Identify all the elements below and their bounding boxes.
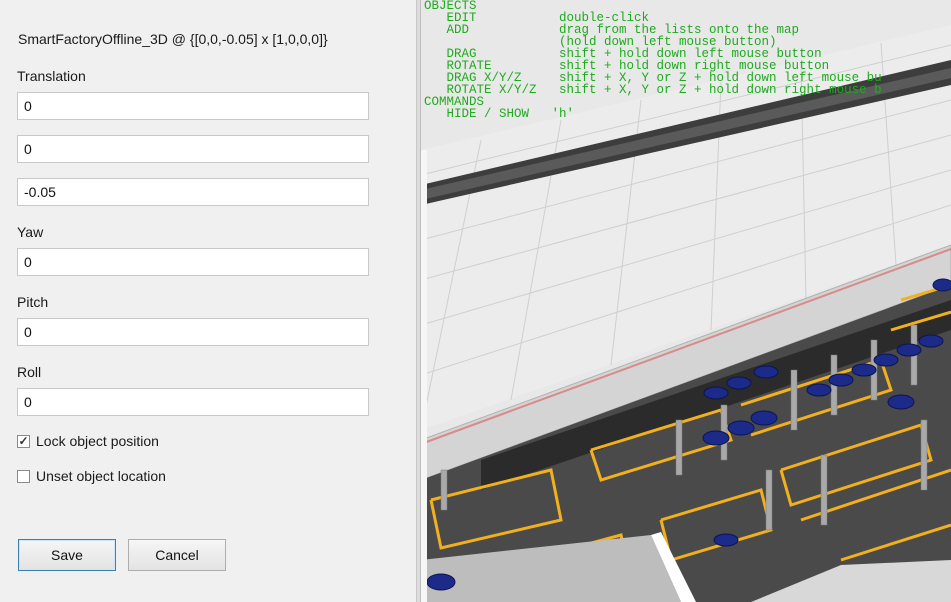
properties-panel: SmartFactoryOffline_3D @ {[0,0,-0.05] x … — [0, 0, 416, 602]
yaw-input[interactable] — [17, 248, 369, 276]
pitch-input[interactable] — [17, 318, 369, 346]
help-line: ROTATE X/Y/Z shift + X, Y or Z + hold do… — [446, 83, 882, 97]
lock-checkbox-box[interactable] — [17, 434, 30, 448]
translation-y-input[interactable] — [17, 135, 369, 163]
unset-location-checkbox[interactable]: Unset object location — [17, 468, 166, 484]
yaw-label: Yaw — [17, 224, 44, 240]
3d-viewport[interactable]: OBJECTS EDIT double-click ADD drag from … — [421, 0, 951, 602]
cancel-button[interactable]: Cancel — [128, 539, 226, 571]
translation-label: Translation — [17, 68, 86, 84]
object-title: SmartFactoryOffline_3D @ {[0,0,-0.05] x … — [18, 31, 328, 47]
lock-position-checkbox[interactable]: Lock object position — [17, 433, 159, 449]
pitch-label: Pitch — [17, 294, 49, 310]
unset-location-label: Unset object location — [36, 468, 166, 484]
lock-position-label: Lock object position — [36, 433, 159, 449]
translation-z-input[interactable] — [17, 178, 369, 206]
save-button[interactable]: Save — [18, 539, 116, 571]
roll-label: Roll — [17, 364, 42, 380]
roll-input[interactable] — [17, 388, 369, 416]
help-line: HIDE / SHOW 'h' — [446, 107, 575, 121]
help-overlay: OBJECTS EDIT double-click ADD drag from … — [424, 0, 882, 120]
viewport-left-edge — [421, 150, 427, 602]
unset-checkbox-box[interactable] — [17, 469, 30, 483]
translation-x-input[interactable] — [17, 92, 369, 120]
